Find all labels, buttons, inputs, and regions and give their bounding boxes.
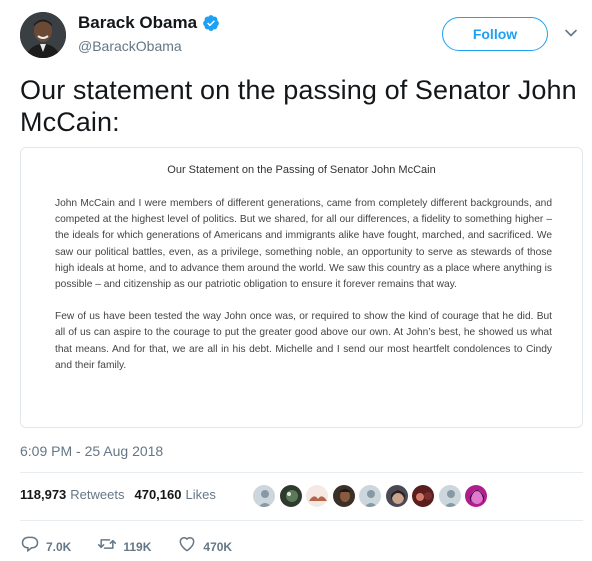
author-name-row[interactable]: Barack Obama (78, 13, 220, 33)
tweet-container: Barack Obama @BarackObama Follow Our sta… (0, 0, 592, 561)
verified-badge-icon (202, 14, 220, 32)
like-button[interactable]: 470K (177, 534, 232, 559)
liker-avatar[interactable] (305, 484, 329, 508)
divider (20, 520, 583, 521)
reply-button[interactable]: 7.0K (20, 534, 71, 559)
avatar[interactable] (20, 12, 66, 58)
liker-avatar[interactable] (464, 484, 488, 508)
divider (20, 472, 583, 473)
liker-avatar[interactable] (411, 484, 435, 508)
likes-count[interactable]: 470,160 (134, 487, 181, 502)
statement-image[interactable]: Our Statement on the Passing of Senator … (20, 147, 583, 428)
retweets-count[interactable]: 118,973 (20, 487, 66, 502)
retweet-count: 119K (123, 539, 152, 554)
likes-label[interactable]: Likes (185, 487, 215, 502)
follow-button[interactable]: Follow (442, 17, 548, 51)
like-count: 470K (203, 539, 233, 554)
liker-avatar[interactable] (252, 484, 276, 508)
tweet-timestamp[interactable]: 6:09 PM - 25 Aug 2018 (20, 443, 163, 459)
chevron-down-icon[interactable] (564, 26, 578, 40)
liker-avatar[interactable] (437, 484, 462, 508)
author-name[interactable]: Barack Obama (78, 13, 197, 33)
tweet-text: Our statement on the passing of Senator … (20, 75, 577, 137)
statement-paragraph: John McCain and I were members of differ… (55, 198, 552, 291)
liker-avatar[interactable] (384, 484, 409, 508)
heart-icon (177, 534, 197, 559)
liker-avatars (252, 484, 491, 508)
action-bar: 7.0K 119K 470K (20, 534, 258, 559)
retweet-icon (97, 534, 117, 559)
retweets-label[interactable]: Retweets (70, 487, 124, 502)
liker-avatar[interactable] (331, 484, 356, 508)
statement-paragraph: Few of us have been tested the way John … (55, 311, 552, 371)
reply-icon (20, 534, 40, 559)
tweet-stats: 118,973 Retweets 470,160 Likes (20, 487, 226, 502)
reply-count: 7.0K (46, 539, 72, 554)
retweet-button[interactable]: 119K (97, 534, 151, 559)
liker-avatar[interactable] (278, 484, 303, 508)
author-handle[interactable]: @BarackObama (78, 38, 182, 54)
statement-title: Our Statement on the Passing of Senator … (167, 164, 436, 176)
liker-avatar[interactable] (358, 484, 382, 508)
